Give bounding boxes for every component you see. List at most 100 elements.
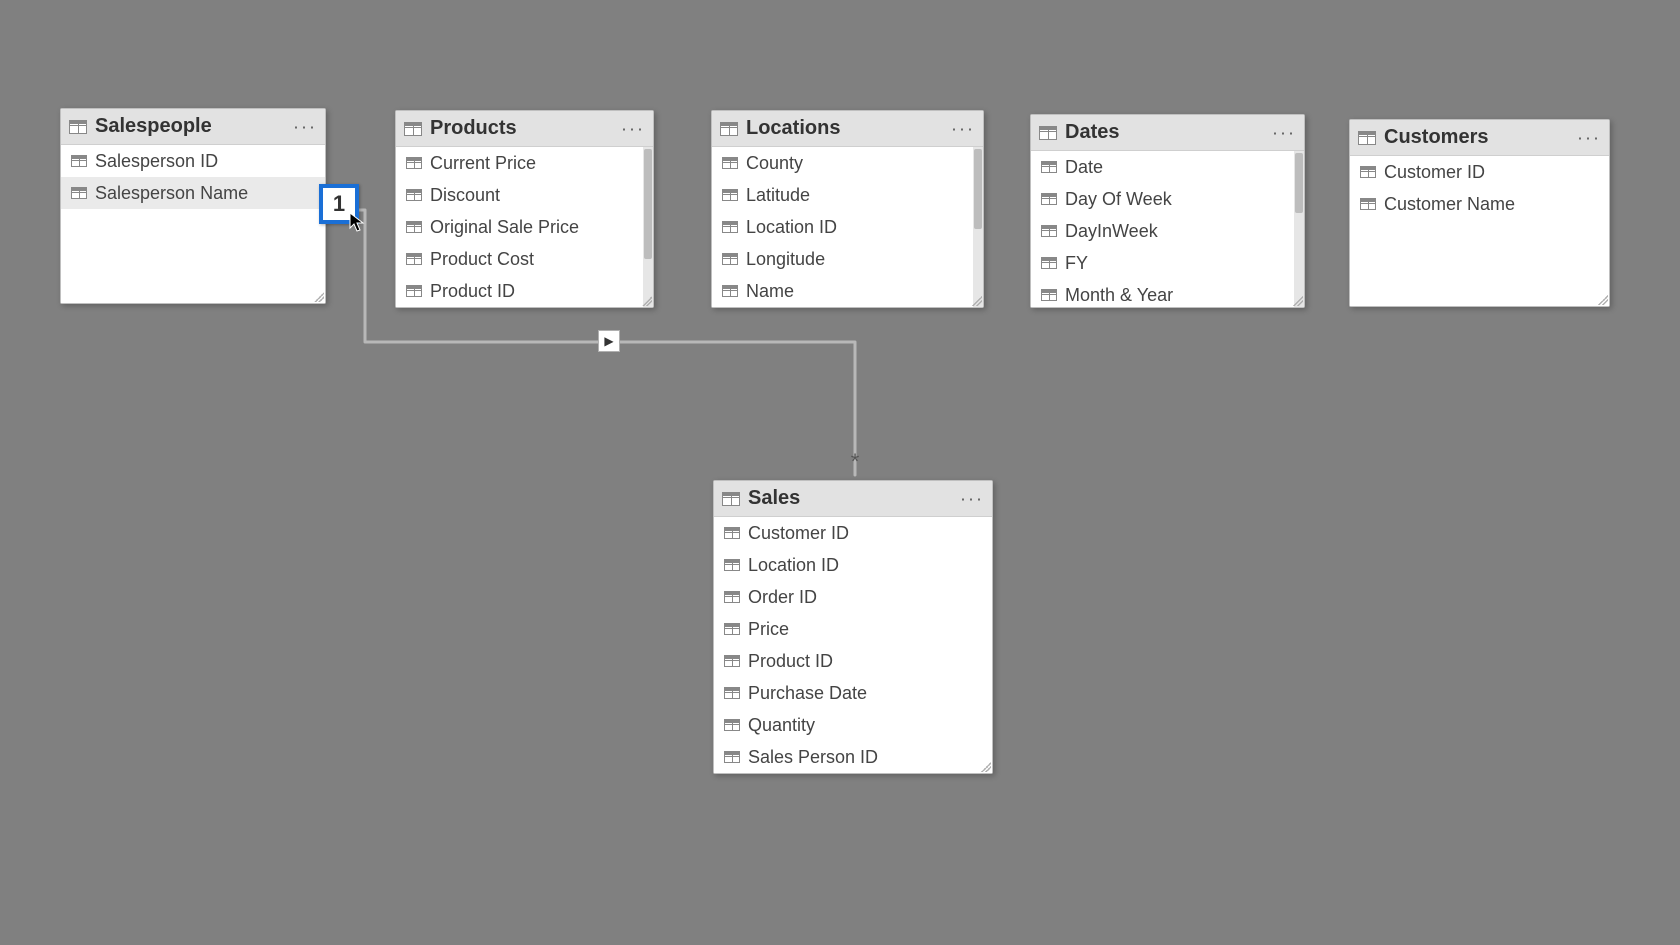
- field-row[interactable]: Customer ID: [714, 517, 992, 549]
- field-label: Product ID: [748, 649, 833, 673]
- table-header[interactable]: Products ···: [396, 111, 653, 147]
- field-row[interactable]: Purchase Date: [714, 677, 992, 709]
- field-label: Location ID: [746, 215, 837, 239]
- field-icon: [724, 751, 740, 763]
- field-label: Day Of Week: [1065, 187, 1172, 211]
- table-locations[interactable]: Locations ··· County Latitude Location I…: [711, 110, 984, 308]
- field-row[interactable]: Customer Name: [1350, 188, 1609, 220]
- model-canvas[interactable]: ▶ * Salespeople ··· Salesperson ID Sales…: [0, 0, 1680, 945]
- field-label: Longitude: [746, 247, 825, 271]
- field-row[interactable]: FY: [1031, 247, 1304, 279]
- table-header[interactable]: Salespeople ···: [61, 109, 325, 145]
- table-header[interactable]: Locations ···: [712, 111, 983, 147]
- resize-handle[interactable]: [981, 762, 991, 772]
- cardinality-many: *: [849, 457, 861, 469]
- table-header[interactable]: Sales ···: [714, 481, 992, 517]
- resize-handle[interactable]: [1293, 296, 1303, 306]
- table-title: Products: [430, 117, 517, 140]
- scrollbar-thumb[interactable]: [644, 149, 652, 259]
- field-row[interactable]: Product ID: [396, 275, 653, 307]
- field-icon: [722, 157, 738, 169]
- table-menu-button[interactable]: ···: [293, 116, 317, 137]
- field-icon: [724, 591, 740, 603]
- scrollbar-thumb[interactable]: [1295, 153, 1303, 213]
- cardinality-one[interactable]: 1: [319, 184, 359, 224]
- table-header[interactable]: Customers ···: [1350, 120, 1609, 156]
- field-row[interactable]: Location ID: [712, 211, 983, 243]
- field-row[interactable]: Longitude: [712, 243, 983, 275]
- table-title: Salespeople: [95, 115, 212, 138]
- field-row[interactable]: Date: [1031, 151, 1304, 183]
- scrollbar[interactable]: [973, 147, 983, 307]
- field-label: Salesperson ID: [95, 149, 218, 173]
- field-row[interactable]: Location ID: [714, 549, 992, 581]
- field-row[interactable]: Quantity: [714, 709, 992, 741]
- field-icon: [406, 157, 422, 169]
- resize-handle[interactable]: [972, 296, 982, 306]
- table-title: Customers: [1384, 126, 1488, 149]
- resize-handle[interactable]: [642, 296, 652, 306]
- field-icon: [1041, 289, 1057, 301]
- field-label: FY: [1065, 251, 1088, 275]
- field-icon: [1041, 257, 1057, 269]
- scrollbar-thumb[interactable]: [974, 149, 982, 229]
- field-row[interactable]: Order ID: [714, 581, 992, 613]
- table-salespeople[interactable]: Salespeople ··· Salesperson ID Salespers…: [60, 108, 326, 304]
- field-label: Discount: [430, 183, 500, 207]
- field-row[interactable]: Discount: [396, 179, 653, 211]
- table-menu-button[interactable]: ···: [1272, 122, 1296, 143]
- table-menu-button[interactable]: ···: [621, 118, 645, 139]
- table-menu-button[interactable]: ···: [960, 488, 984, 509]
- field-row[interactable]: Month & Year: [1031, 279, 1304, 307]
- resize-handle[interactable]: [1598, 295, 1608, 305]
- field-row[interactable]: Current Price: [396, 147, 653, 179]
- table-sales[interactable]: Sales ··· Customer ID Location ID Order …: [713, 480, 993, 774]
- table-dates[interactable]: Dates ··· Date Day Of Week DayInWeek FY …: [1030, 114, 1305, 308]
- field-row[interactable]: Sales Person ID: [714, 741, 992, 773]
- field-icon: [71, 155, 87, 167]
- table-icon: [1039, 126, 1057, 140]
- table-header[interactable]: Dates ···: [1031, 115, 1304, 151]
- field-icon: [406, 285, 422, 297]
- field-icon: [724, 527, 740, 539]
- field-label: Sales Person ID: [748, 745, 878, 769]
- field-row[interactable]: Price: [714, 613, 992, 645]
- field-label: Price: [748, 617, 789, 641]
- field-label: Salesperson Name: [95, 181, 248, 205]
- table-body: County Latitude Location ID Longitude Na…: [712, 147, 983, 307]
- field-row[interactable]: Salesperson ID: [61, 145, 325, 177]
- field-row[interactable]: Latitude: [712, 179, 983, 211]
- field-row[interactable]: Salesperson Name: [61, 177, 325, 209]
- field-label: Location ID: [748, 553, 839, 577]
- field-label: Quantity: [748, 713, 815, 737]
- field-label: Current Price: [430, 151, 536, 175]
- table-title: Locations: [746, 117, 840, 140]
- table-menu-button[interactable]: ···: [1577, 127, 1601, 148]
- scrollbar[interactable]: [643, 147, 653, 307]
- table-body: Customer ID Location ID Order ID Price P…: [714, 517, 992, 773]
- field-icon: [724, 623, 740, 635]
- field-row[interactable]: Product Cost: [396, 243, 653, 275]
- field-label: Customer Name: [1384, 192, 1515, 216]
- field-icon: [722, 285, 738, 297]
- field-icon: [722, 189, 738, 201]
- field-row[interactable]: DayInWeek: [1031, 215, 1304, 247]
- field-row[interactable]: Product ID: [714, 645, 992, 677]
- table-icon: [720, 122, 738, 136]
- field-row[interactable]: Day Of Week: [1031, 183, 1304, 215]
- resize-handle[interactable]: [314, 292, 324, 302]
- field-row[interactable]: County: [712, 147, 983, 179]
- table-icon: [722, 492, 740, 506]
- field-label: Date: [1065, 155, 1103, 179]
- field-row[interactable]: Customer ID: [1350, 156, 1609, 188]
- field-icon: [406, 221, 422, 233]
- field-row[interactable]: Original Sale Price: [396, 211, 653, 243]
- scrollbar[interactable]: [1294, 151, 1304, 307]
- field-label: Name: [746, 279, 794, 303]
- field-row[interactable]: Name: [712, 275, 983, 307]
- table-customers[interactable]: Customers ··· Customer ID Customer Name: [1349, 119, 1610, 307]
- table-products[interactable]: Products ··· Current Price Discount Orig…: [395, 110, 654, 308]
- table-menu-button[interactable]: ···: [951, 118, 975, 139]
- field-icon: [1041, 193, 1057, 205]
- field-icon: [1360, 198, 1376, 210]
